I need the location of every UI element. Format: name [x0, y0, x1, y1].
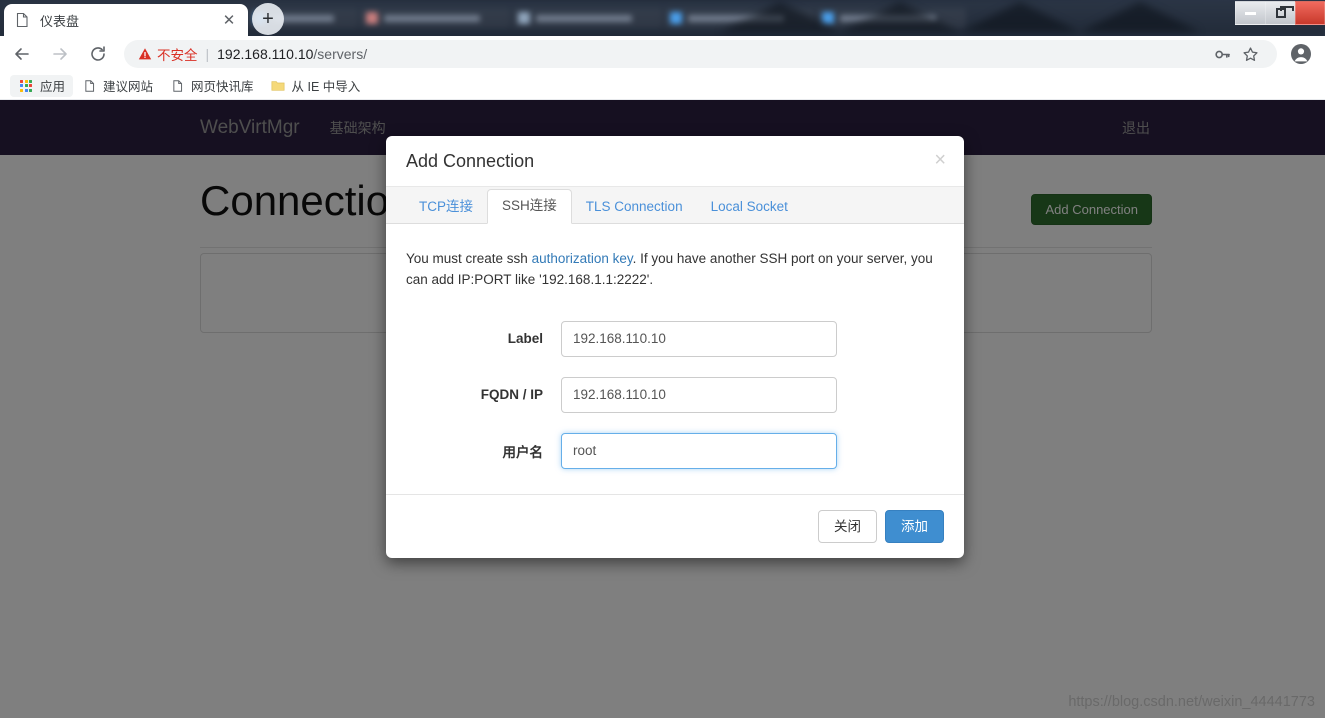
- modal-header: Add Connection ×: [386, 136, 964, 186]
- page-icon: [81, 78, 97, 94]
- tab-tls-connection[interactable]: TLS Connection: [572, 191, 697, 224]
- omnibox-actions: [1209, 41, 1263, 67]
- arrow-right-icon[interactable]: [44, 38, 76, 70]
- restore-icon[interactable]: [1265, 1, 1295, 25]
- field-label-username: 用户名: [502, 444, 544, 460]
- profile-avatar-icon[interactable]: [1285, 38, 1317, 70]
- address-bar[interactable]: 不安全 | 192.168.110.10/servers/: [124, 40, 1277, 68]
- close-icon[interactable]: [1295, 1, 1325, 25]
- label-input[interactable]: [561, 320, 837, 357]
- page-icon: [169, 78, 185, 94]
- omnibox-url-path: /servers/: [313, 46, 368, 62]
- submit-button[interactable]: 添加: [885, 509, 944, 544]
- omnibox-url-host: 192.168.110.10: [217, 46, 314, 62]
- modal-title: Add Connection: [406, 151, 535, 171]
- bookmark-label: 从 IE 中导入: [291, 80, 361, 94]
- form-row-username: 用户名: [406, 432, 944, 469]
- field-label-fqdn-ip: FQDN / IP: [480, 387, 543, 403]
- reload-icon[interactable]: [82, 38, 114, 70]
- bookmark-web-feed[interactable]: 网页快讯库: [161, 75, 262, 97]
- fqdn-ip-input[interactable]: [561, 376, 837, 413]
- tab-local-socket[interactable]: Local Socket: [697, 191, 802, 224]
- browser-tabstrip: 仪表盘 ✕ +: [0, 0, 1325, 36]
- authorization-key-link[interactable]: authorization key: [532, 251, 633, 266]
- browser-toolbar: 不安全 | 192.168.110.10/servers/: [0, 36, 1325, 72]
- new-tab-button[interactable]: +: [252, 3, 284, 35]
- modal-hint-text: You must create ssh authorization key. I…: [406, 249, 936, 291]
- field-label-label: Label: [507, 331, 543, 347]
- tab-ssh-connection[interactable]: SSH连接: [487, 189, 572, 224]
- web-page: WebVirtMgr 基础架构 退出 Connections Add Conne…: [0, 100, 1325, 718]
- modal-body: You must create ssh authorization key. I…: [386, 224, 964, 494]
- warning-triangle-icon: [138, 47, 152, 61]
- folder-icon: [270, 78, 286, 94]
- window-controls: [1235, 0, 1325, 26]
- browser-tab-active[interactable]: 仪表盘 ✕: [4, 4, 248, 36]
- page-icon: [14, 12, 30, 28]
- hint-before-link: You must create ssh: [406, 251, 532, 266]
- form-row-fqdn: FQDN / IP: [406, 376, 944, 413]
- bookmarks-bar: 应用 建议网站 网页快讯库 从 IE 中导入: [0, 72, 1325, 100]
- apps-grid-icon: [18, 78, 34, 94]
- close-icon[interactable]: ×: [934, 150, 946, 170]
- omnibox-url: 192.168.110.10/servers/: [217, 46, 367, 62]
- tab-tcp-connection[interactable]: TCP连接: [405, 191, 487, 224]
- arrow-left-icon[interactable]: [6, 38, 38, 70]
- bookmark-label: 建议网站: [103, 80, 154, 94]
- close-button[interactable]: 关闭: [818, 509, 877, 544]
- bookmark-label: 网页快讯库: [191, 80, 254, 94]
- security-warning-text: 不安全: [157, 48, 198, 63]
- bookmark-label: 应用: [40, 80, 66, 94]
- bookmark-imported-from-ie[interactable]: 从 IE 中导入: [262, 75, 369, 97]
- omnibox-separator: |: [205, 46, 210, 62]
- bookmark-apps[interactable]: 应用: [10, 74, 74, 97]
- close-icon[interactable]: ✕: [220, 11, 238, 29]
- form-row-label: Label: [406, 320, 944, 357]
- modal-tab-list: TCP连接 SSH连接 TLS Connection Local Socket: [386, 186, 964, 224]
- modal-footer: 关闭 添加: [386, 493, 964, 559]
- minimize-icon[interactable]: [1235, 1, 1265, 25]
- username-input[interactable]: [561, 432, 837, 469]
- browser-window: 仪表盘 ✕ + 不安全 | 192.168.110.10/servers/ 应用…: [0, 0, 1325, 718]
- add-connection-modal: Add Connection × TCP连接 SSH连接 TLS Connect…: [386, 136, 964, 559]
- bookmark-suggested-sites[interactable]: 建议网站: [73, 75, 161, 97]
- star-icon[interactable]: [1237, 41, 1263, 67]
- key-icon[interactable]: [1209, 41, 1235, 67]
- browser-tab-title: 仪表盘: [40, 13, 80, 29]
